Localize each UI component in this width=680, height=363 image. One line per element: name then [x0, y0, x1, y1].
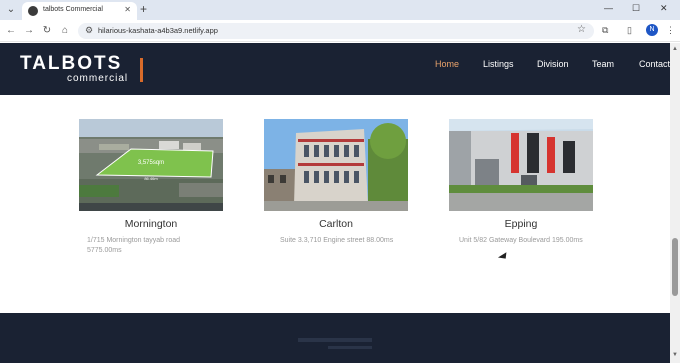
listing-city[interactable]: Epping — [449, 218, 593, 230]
address-bar[interactable]: ⚙ hilarious-kashata-a4b3a9.netlify.app ☆ — [78, 23, 594, 39]
image-dimension-label: 86.46m — [144, 176, 158, 181]
logo-sub: commercial — [67, 73, 129, 84]
site-header: TALBOTS commercial Home Listings Divisio… — [0, 43, 670, 95]
url-text[interactable]: hilarious-kashata-a4b3a9.netlify.app — [98, 26, 218, 35]
chevron-down-icon[interactable]: ⌄ — [4, 3, 18, 17]
listing-address: Unit 5/82 Gateway Boulevard 195.00ms — [459, 237, 583, 244]
reload-icon[interactable]: ↻ — [41, 25, 53, 37]
listing-photo-mornington[interactable]: 3,575sqm 86.46m — [79, 119, 223, 211]
plus-icon[interactable]: + — [140, 2, 147, 16]
avatar[interactable]: N — [646, 24, 658, 36]
tune-icon[interactable]: ⚙ — [85, 25, 93, 36]
close-icon[interactable]: ✕ — [124, 5, 131, 14]
listing-photo-carlton[interactable] — [264, 119, 408, 211]
scroll-up-icon[interactable]: ▲ — [670, 46, 680, 52]
sidebar-icon[interactable]: ▯ — [627, 25, 632, 36]
listing-address-line: 1/715 Mornington tayyab road — [87, 237, 181, 244]
nav-listings[interactable]: Listings — [483, 59, 514, 69]
more-icon[interactable]: ⋮ — [666, 25, 675, 36]
minimize-icon[interactable]: — — [604, 3, 613, 13]
logo[interactable]: TALBOTS commercial — [20, 53, 150, 87]
listing-address: Suite 3.3,710 Engine street 88.00ms — [280, 237, 394, 244]
browser-toolbar: ← → ↻ ⌂ ⚙ hilarious-kashata-a4b3a9.netli… — [0, 20, 680, 42]
footer-logo[interactable] — [298, 335, 372, 355]
page-scrollbar[interactable]: ▲ ▼ — [670, 43, 680, 363]
globe-icon — [28, 6, 38, 16]
nav-division[interactable]: Division — [537, 59, 569, 69]
listing-price: 5775.00ms — [87, 247, 122, 254]
site-footer — [0, 313, 670, 363]
tab-title: talbots Commercial — [43, 6, 103, 13]
image-area-label: 3,575sqm — [138, 160, 164, 166]
logo-accent-bar — [140, 58, 143, 82]
scroll-down-icon[interactable]: ▼ — [670, 352, 680, 358]
listing-address: 1/715 Mornington tayyab road 5775.00ms — [87, 236, 180, 256]
browser-tab[interactable]: talbots Commercial ✕ — [22, 2, 137, 20]
extensions-icon[interactable]: ⧉ — [602, 25, 608, 36]
forward-icon[interactable]: → — [23, 25, 35, 37]
listing-photo-epping[interactable] — [449, 119, 593, 211]
listing-city[interactable]: Carlton — [264, 218, 408, 230]
nav-team[interactable]: Team — [592, 59, 614, 69]
logo-main: TALBOTS — [20, 53, 123, 74]
nav-home[interactable]: Home — [435, 59, 459, 69]
star-icon[interactable]: ☆ — [577, 24, 586, 35]
home-icon[interactable]: ⌂ — [59, 25, 71, 37]
browser-tab-bar: ⌄ talbots Commercial ✕ + — ☐ ✕ — [0, 0, 680, 20]
back-icon[interactable]: ← — [5, 25, 17, 37]
mouse-cursor — [497, 252, 510, 262]
scroll-thumb[interactable] — [672, 238, 678, 296]
listing-city[interactable]: Mornington — [79, 218, 223, 230]
close-window-icon[interactable]: ✕ — [660, 3, 668, 14]
nav-contact[interactable]: Contact — [639, 59, 670, 69]
maximize-icon[interactable]: ☐ — [632, 3, 640, 14]
